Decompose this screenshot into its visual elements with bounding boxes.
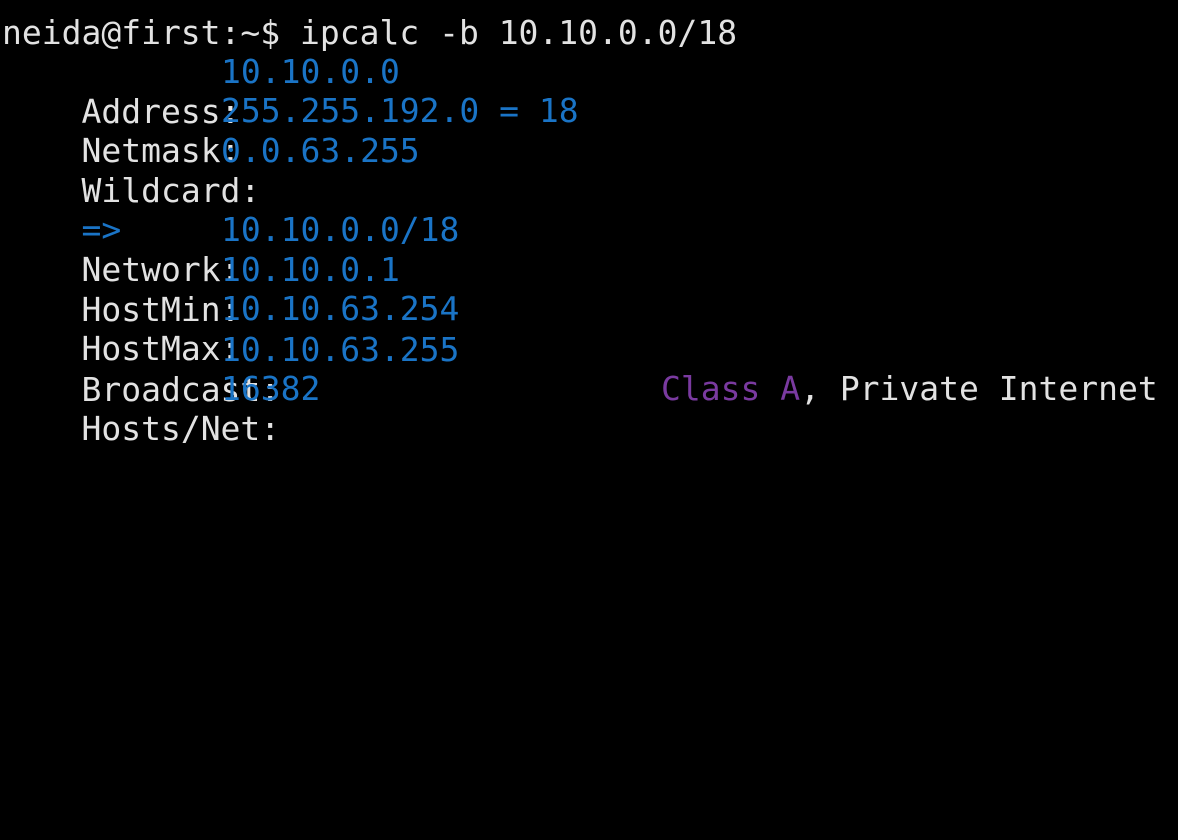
hostmin-row: HostMin: 10.10.0.1 <box>2 250 399 329</box>
hostsnet-value: 16382 <box>221 369 321 408</box>
netmask-value: 255.255.192.0 = 18 <box>221 91 579 130</box>
network-row: Network: 10.10.0.0/18 <box>2 210 459 289</box>
command-line: neida@first:~$ ipcalc -b 10.10.0.0/18 <box>2 13 737 53</box>
shell-prompt: neida@first:~$ <box>2 13 301 52</box>
command-text: ipcalc -b 10.10.0.0/18 <box>300 13 738 52</box>
netmask-row: Netmask: 255.255.192.0 = 18 <box>2 91 578 170</box>
class-label: Class A <box>661 369 801 408</box>
terminal-window[interactable]: neida@first:~$ ipcalc -b 10.10.0.0/18 Ad… <box>0 0 1178 448</box>
class-info: Class A, Private Internet <box>661 369 1158 409</box>
hostmax-value: 10.10.63.254 <box>221 289 460 328</box>
hostsnet-row: Hosts/Net: 16382 Class A, Private Intern… <box>2 369 1157 448</box>
hostmin-value: 10.10.0.1 <box>221 250 400 289</box>
address-value: 10.10.0.0 <box>221 52 400 91</box>
broadcast-row: Broadcast: 10.10.63.255 <box>2 330 459 409</box>
class-description: , Private Internet <box>800 369 1158 408</box>
broadcast-value: 10.10.63.255 <box>221 330 460 369</box>
arrow-row: => <box>2 170 121 249</box>
address-row: Address: 10.10.0.0 <box>2 52 399 131</box>
hostmax-row: HostMax: 10.10.63.254 <box>2 289 459 368</box>
wildcard-row: Wildcard: 0.0.63.255 <box>2 131 419 210</box>
network-value: 10.10.0.0/18 <box>221 210 460 249</box>
hostsnet-label: Hosts/Net: <box>81 409 281 448</box>
wildcard-value: 0.0.63.255 <box>221 131 420 170</box>
